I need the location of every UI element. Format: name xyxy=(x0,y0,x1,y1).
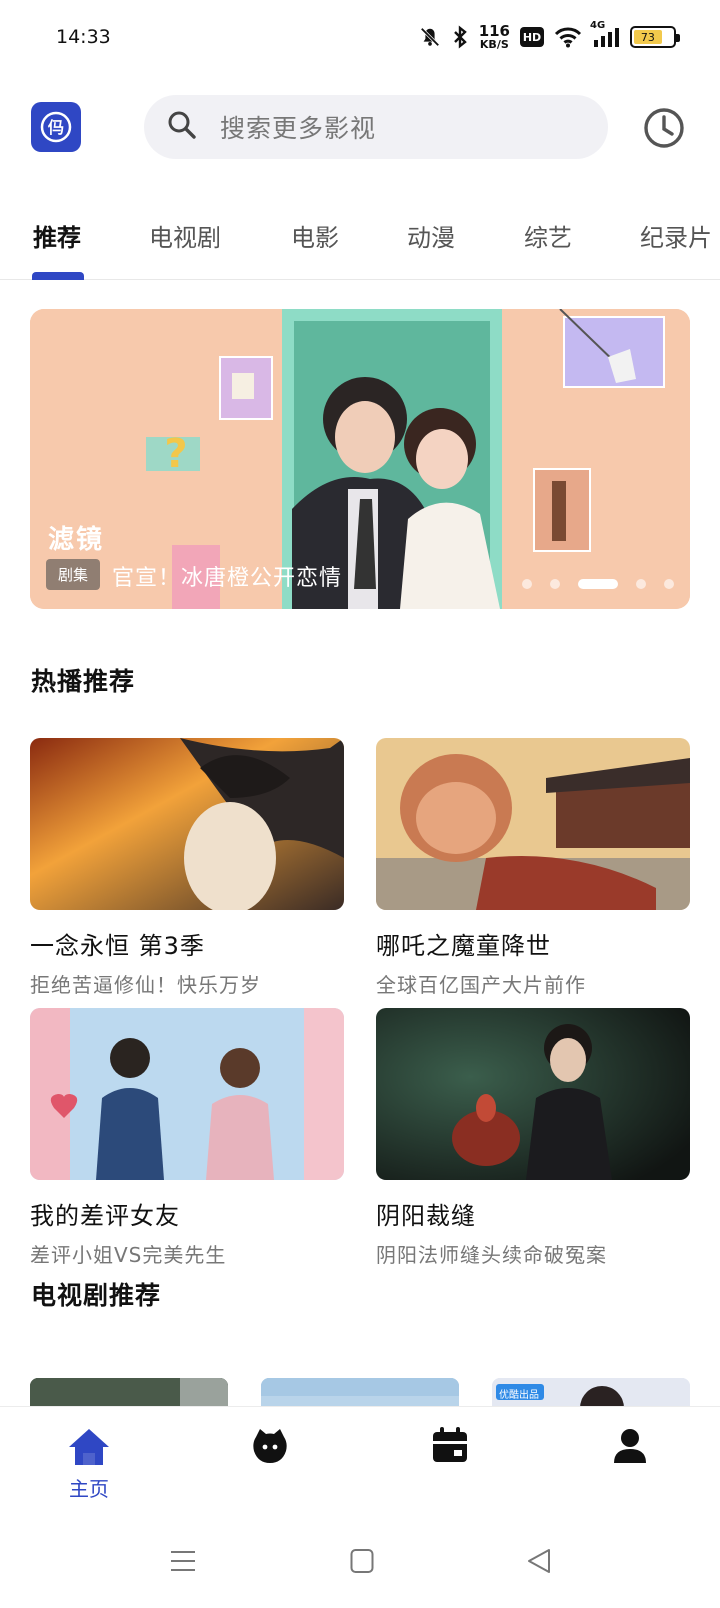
tab-tv-series[interactable]: 电视剧 xyxy=(149,218,221,253)
section-title-hot: 热播推荐 xyxy=(31,667,136,696)
history-button[interactable] xyxy=(642,106,686,150)
video-title: 我的差评女友 xyxy=(30,1202,180,1230)
video-thumbnail xyxy=(30,738,344,910)
video-title: 阴阳裁缝 xyxy=(376,1202,476,1230)
carousel-dot[interactable] xyxy=(664,579,674,589)
carousel-indicator xyxy=(522,579,674,589)
bottom-nav: 主页 xyxy=(0,1406,720,1518)
tab-anime[interactable]: 动漫 xyxy=(407,218,455,253)
back-button[interactable] xyxy=(526,1548,552,1578)
nav-calendar[interactable] xyxy=(405,1425,495,1465)
tab-movies[interactable]: 电影 xyxy=(291,218,339,253)
nav-profile[interactable] xyxy=(585,1425,675,1465)
search-placeholder: 搜索更多影视 xyxy=(220,114,377,143)
recent-apps-button[interactable] xyxy=(170,1548,196,1578)
tv-thumbnail[interactable] xyxy=(261,1378,459,1408)
signal-icon: 4G xyxy=(590,20,620,48)
app-logo-glyph-icon: 㐷 xyxy=(40,111,72,143)
tab-recommend[interactable]: 推荐 xyxy=(33,218,81,253)
tv-thumb-badge: 优酷出品 xyxy=(499,1390,539,1401)
video-card[interactable]: 哪吒之魔童降世 全球百亿国产大片前作 xyxy=(376,738,690,998)
tv-thumbnail[interactable]: 优酷出品 xyxy=(492,1378,690,1408)
nav-home[interactable]: 主页 xyxy=(44,1425,134,1502)
video-desc: 阴阳法师缝头续命破冤案 xyxy=(376,1243,607,1267)
video-desc: 全球百亿国产大片前作 xyxy=(376,973,586,997)
system-navigation xyxy=(0,1518,720,1608)
square-icon xyxy=(350,1549,374,1573)
video-title: 一念永恒 第3季 xyxy=(30,932,205,960)
bluetooth-icon xyxy=(451,25,469,49)
calendar-icon xyxy=(433,1427,467,1462)
app-logo-text: 㐷 xyxy=(47,118,64,137)
tab-variety[interactable]: 综艺 xyxy=(524,218,572,253)
banner-carousel[interactable]: ? 滤镜 剧集 官宣！冰唐橙公开恋情 xyxy=(30,309,690,609)
status-time: 14:33 xyxy=(56,26,111,48)
banner-tag: 剧集 xyxy=(46,559,101,590)
status-icons: 116 KB/S HD 4G 73 xyxy=(419,20,680,51)
home-button[interactable] xyxy=(350,1548,374,1578)
hd-badge: HD xyxy=(520,27,544,47)
carousel-dot-active[interactable] xyxy=(578,579,618,589)
battery-icon: 73 xyxy=(630,26,680,48)
video-desc: 拒绝苦逼修仙！快乐万岁 xyxy=(30,973,261,997)
battery-level: 73 xyxy=(634,30,662,44)
svg-text:?: ? xyxy=(164,431,187,477)
search-input[interactable]: 搜索更多影视 xyxy=(144,95,608,159)
net-speed: 116 KB/S xyxy=(478,22,510,51)
net-speed-value: 116 xyxy=(478,22,510,40)
carousel-dot[interactable] xyxy=(522,579,532,589)
tv-thumbnail[interactable] xyxy=(30,1378,228,1408)
carousel-dot[interactable] xyxy=(636,579,646,589)
mascot-icon xyxy=(253,1429,287,1463)
wifi-icon xyxy=(554,26,582,48)
search-icon xyxy=(166,109,198,145)
home-icon xyxy=(69,1429,109,1465)
video-thumbnail xyxy=(30,1008,344,1180)
status-bar: 14:33 116 KB/S HD 4G 73 xyxy=(0,0,720,80)
video-card[interactable]: 一念永恒 第3季 拒绝苦逼修仙！快乐万岁 xyxy=(30,738,344,998)
tab-indicator xyxy=(32,272,84,280)
menu-lines-icon xyxy=(171,1551,195,1571)
video-thumbnail xyxy=(376,1008,690,1180)
section-title-tv: 电视剧推荐 xyxy=(31,1281,162,1310)
category-tabs: 推荐 电视剧 电影 动漫 综艺 纪录片 xyxy=(0,200,720,280)
video-card[interactable]: 阴阳裁缝 阴阳法师缝头续命破冤案 xyxy=(376,1008,690,1268)
signal-label: 4G xyxy=(590,20,606,31)
tab-documentary[interactable]: 纪录片 xyxy=(640,218,712,253)
net-speed-unit: KB/S xyxy=(479,38,509,51)
mute-bell-icon xyxy=(419,26,441,48)
nav-mascot[interactable] xyxy=(225,1425,315,1465)
video-title: 哪吒之魔童降世 xyxy=(376,932,551,960)
clock-icon xyxy=(644,108,684,148)
video-card[interactable]: 我的差评女友 差评小姐VS完美先生 xyxy=(30,1008,344,1268)
back-triangle-icon xyxy=(528,1549,550,1573)
video-desc: 差评小姐VS完美先生 xyxy=(30,1243,227,1267)
carousel-dot[interactable] xyxy=(550,579,560,589)
person-icon xyxy=(614,1429,646,1463)
banner-subtitle: 官宣！冰唐橙公开恋情 xyxy=(112,566,343,591)
video-thumbnail xyxy=(376,738,690,910)
app-logo[interactable]: 㐷 xyxy=(31,102,81,152)
banner-title: 滤镜 xyxy=(48,525,105,555)
nav-home-label: 主页 xyxy=(69,1477,109,1501)
